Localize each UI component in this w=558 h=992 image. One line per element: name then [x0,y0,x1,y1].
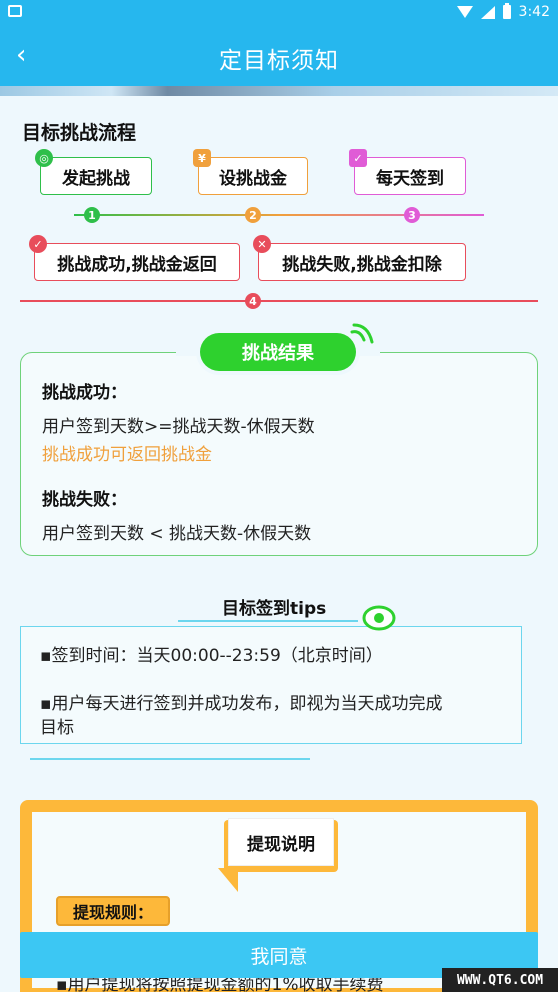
step-number-2: 2 [245,207,261,223]
fail-rule: 用户签到天数 < 挑战天数-休假天数 [42,524,312,544]
tips-line-rule: ▪用户每天进行签到并成功发布，即视为当天成功完成 [40,694,443,714]
signal-icon [480,5,495,19]
status-icons: 3:42 [456,3,550,20]
page-title: 定目标须知 [219,48,339,74]
check-icon: ✓ [29,235,47,253]
outcome-success: ✓ 挑战成功,挑战金返回 [29,235,240,281]
eye-icon [362,605,396,631]
tips-line-rule-cont: 目标 [40,718,74,738]
target-icon: ◎ [35,149,53,167]
outcome-timeline [20,300,538,302]
withdraw-title: 提现说明 [228,818,334,866]
flow-step-start: ◎ 发起挑战 [35,149,152,195]
status-time: 3:42 [518,4,550,20]
flow-timeline [74,214,484,216]
flow-step-deposit: ¥ 设挑战金 [193,149,308,195]
watermark: WWW.QT6.COM [442,968,558,992]
success-note: 挑战成功可返回挑战金 [42,445,212,465]
outcome-failure: ✕ 挑战失败,挑战金扣除 [253,235,466,281]
cross-icon: ✕ [253,235,271,253]
banner-strip [0,86,558,96]
tips-accent-line [30,758,310,760]
battery-icon [502,3,511,19]
step-number-3: 3 [404,207,420,223]
step-number-1: 1 [84,207,100,223]
success-heading: 挑战成功： [42,383,127,403]
outcome-label: 挑战成功,挑战金返回 [57,254,217,275]
flow-step-checkin: ✓ 每天签到 [349,149,466,195]
wifi-icon [456,6,473,18]
result-title: 挑战结果 [200,333,356,371]
signal-wave-icon [350,323,374,344]
tips-title: 目标签到tips [222,599,327,619]
flow-step-label: 发起挑战 [62,168,130,189]
screen-icon [8,5,22,17]
calendar-icon: ✓ [349,149,367,167]
withdraw-rules-label: 提现规则： [56,896,170,926]
outcome-label: 挑战失败,挑战金扣除 [282,254,442,275]
speech-bubble-tail [218,868,238,892]
flow-step-label: 每天签到 [376,168,444,189]
status-bar: 3:42 [0,0,558,26]
step-number-4: 4 [245,293,261,309]
fail-heading: 挑战失败： [42,490,127,510]
money-bag-icon: ¥ [193,149,211,167]
success-rule: 用户签到天数>=挑战天数-休假天数 [42,417,315,437]
flow-title: 目标挑战流程 [22,122,137,144]
tips-line-time: ▪签到时间：当天00:00--23:59（北京时间） [40,646,383,666]
app-bar: ‹ 定目标须知 [0,26,558,86]
flow-step-label: 设挑战金 [219,168,287,189]
tips-accent-line [178,620,358,622]
